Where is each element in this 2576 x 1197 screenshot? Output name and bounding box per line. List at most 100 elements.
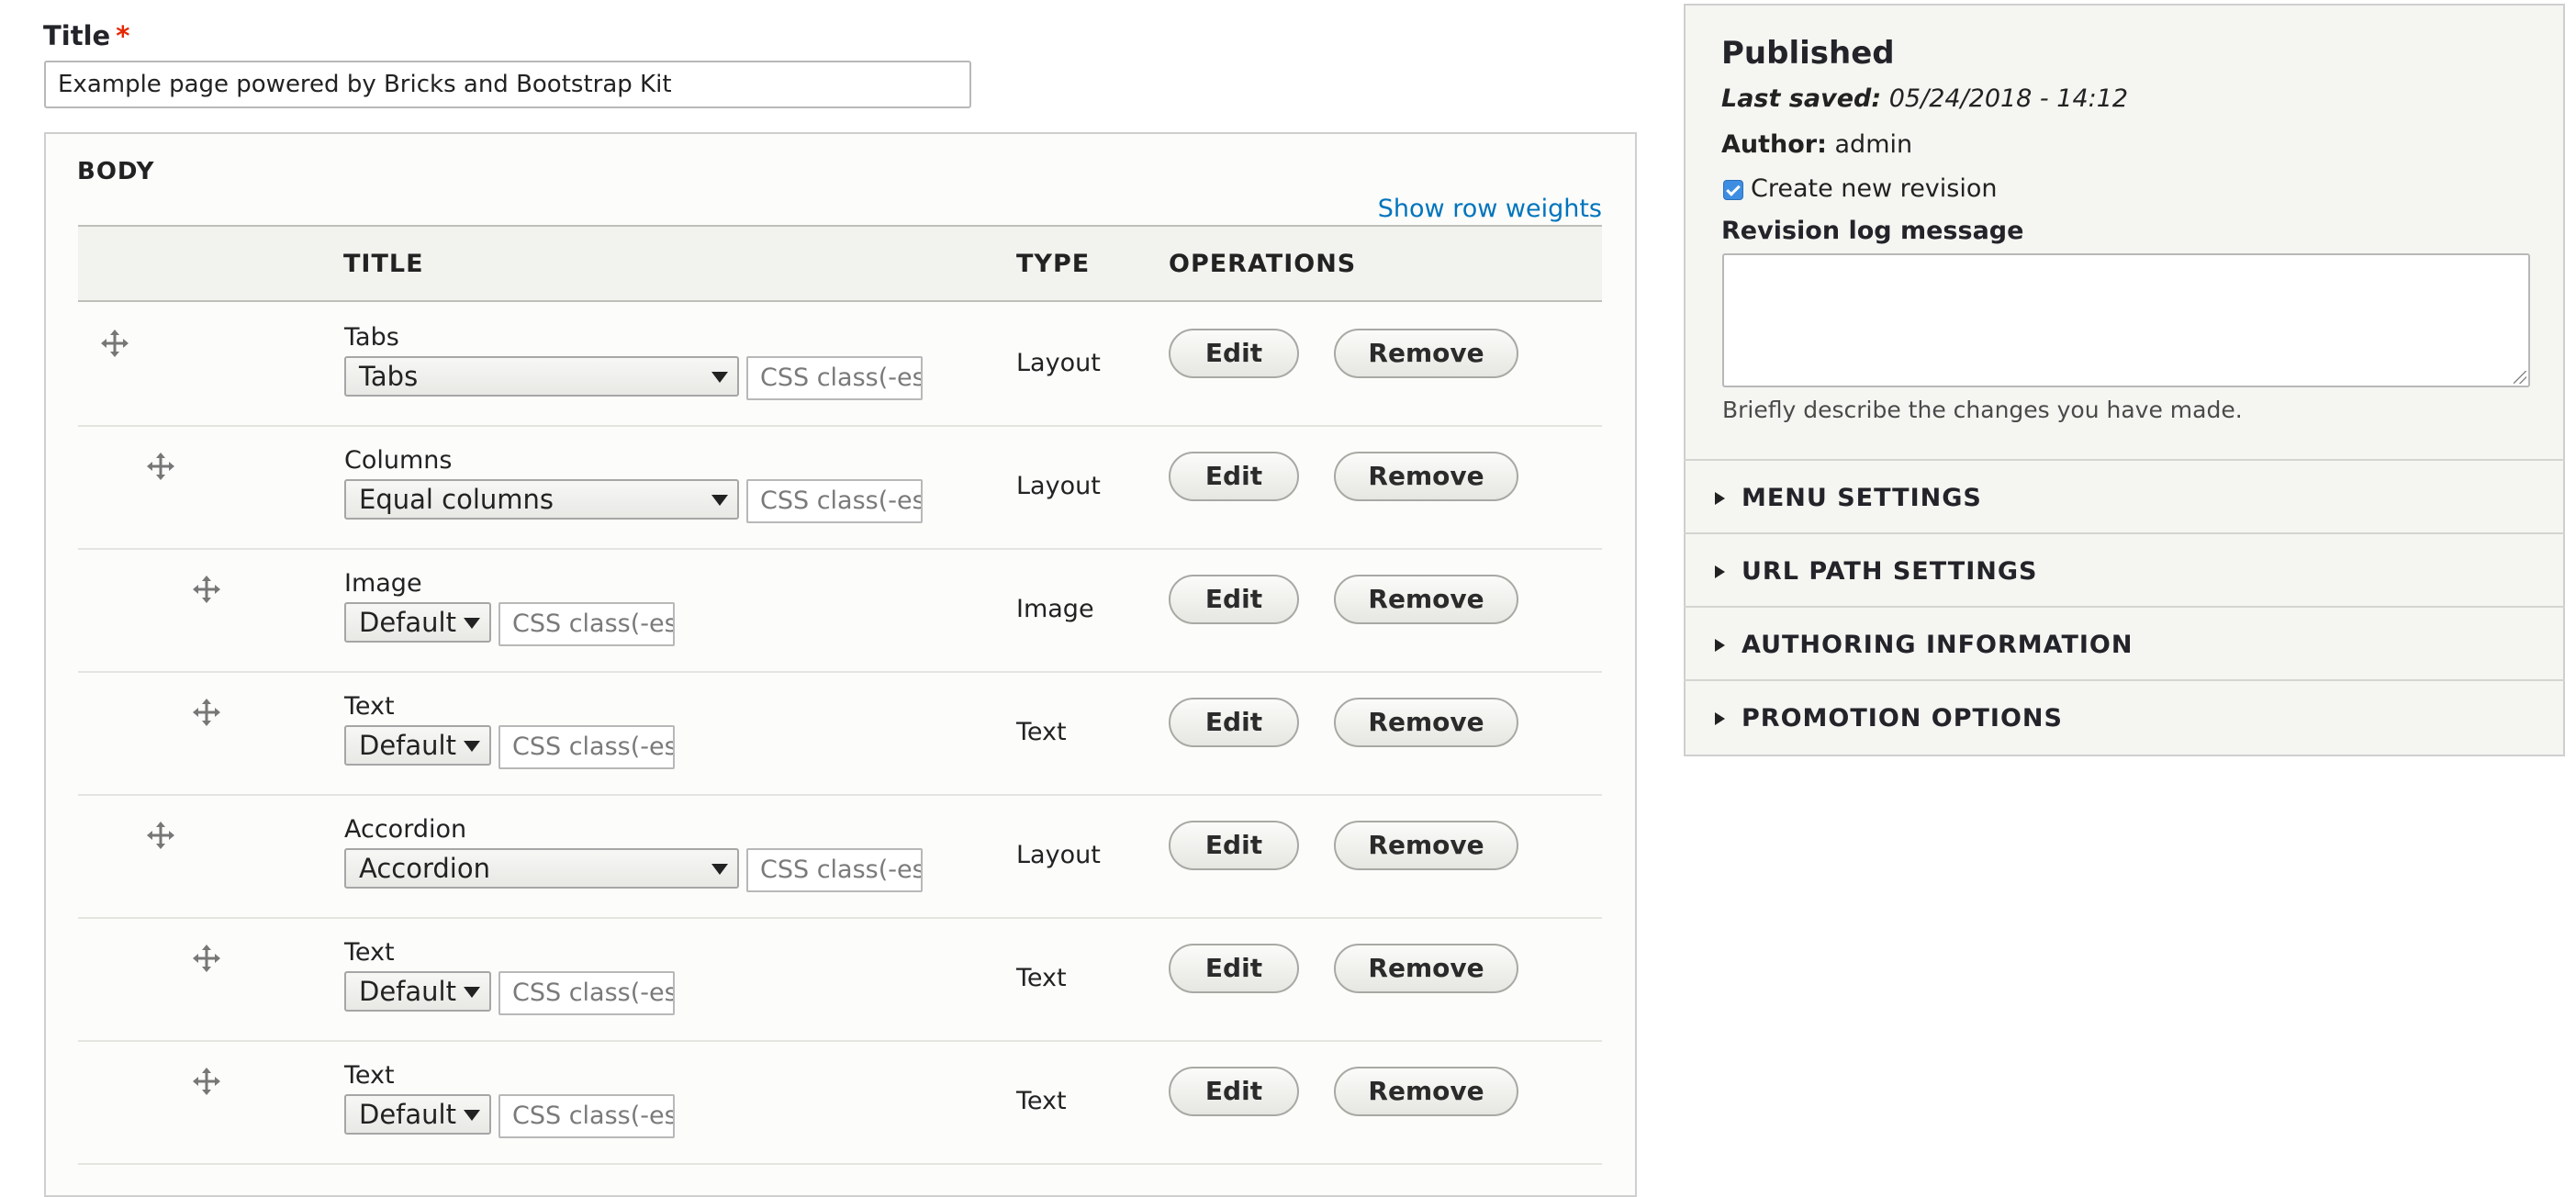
css-class-input[interactable]: CSS class(-es [746, 356, 923, 400]
css-class-input[interactable]: CSS class(-es [498, 971, 675, 1015]
dropdown-arrow-icon [464, 618, 480, 629]
last-saved-value: 05/24/2018 - 14:12 [1888, 84, 2129, 113]
css-class-input[interactable]: CSS class(-es [498, 602, 675, 646]
paragraph-type: Image [1016, 595, 1094, 623]
drag-handle-icon[interactable] [192, 575, 221, 604]
dropdown-arrow-icon [464, 741, 480, 752]
css-class-input[interactable]: CSS class(-es [746, 479, 923, 523]
style-select-value: Default [359, 730, 456, 761]
last-saved-label: Last saved: [1721, 84, 1882, 113]
column-header-operations: OPERATIONS [1169, 250, 1357, 278]
remove-button[interactable]: Remove [1334, 575, 1518, 624]
dropdown-arrow-icon [464, 987, 480, 998]
table-header [78, 225, 1602, 302]
paragraph-type: Text [1016, 718, 1067, 746]
css-class-input[interactable]: CSS class(-es [498, 725, 675, 769]
table-row: Text Default CSS class(-es Text Edit Remove [78, 1041, 1602, 1165]
edit-button[interactable]: Edit [1169, 575, 1299, 624]
column-header-type: TYPE [1016, 250, 1091, 278]
revision-log-textarea[interactable] [1722, 253, 2530, 387]
paragraph-type: Text [1016, 1087, 1067, 1115]
show-row-weights-link[interactable]: Show row weights [1331, 195, 1602, 223]
paragraph-title: Accordion [344, 815, 467, 844]
section-url-path-settings[interactable]: URL PATH SETTINGS [1684, 532, 2565, 606]
section-authoring-information[interactable]: AUTHORING INFORMATION [1684, 606, 2565, 679]
title-label: Title * [43, 20, 130, 51]
remove-button[interactable]: Remove [1334, 452, 1518, 501]
row-divider [78, 1163, 1602, 1165]
style-select[interactable]: Default [344, 1094, 491, 1135]
drag-handle-icon[interactable] [192, 1067, 221, 1096]
table-row: Text Default CSS class(-es Text Edit Remove [78, 672, 1602, 796]
triangle-right-icon [1715, 492, 1725, 505]
style-select[interactable]: Accordion [344, 848, 739, 889]
author-info: Author: admin [1721, 130, 1912, 159]
css-class-input[interactable]: CSS class(-es [498, 1094, 675, 1138]
style-select-value: Tabs [359, 361, 419, 392]
edit-button[interactable]: Edit [1169, 821, 1299, 870]
drag-handle-icon[interactable] [192, 944, 221, 973]
drag-handle-icon[interactable] [100, 329, 129, 358]
edit-button[interactable]: Edit [1169, 452, 1299, 501]
dropdown-arrow-icon [711, 495, 728, 506]
paragraph-title: Text [344, 692, 395, 721]
dropdown-arrow-icon [711, 372, 728, 383]
revision-log-description: Briefly describe the changes you have ma… [1722, 397, 2243, 423]
table-row: Image Default CSS class(-es Image Edit Remove [78, 549, 1602, 673]
style-select[interactable]: Default [344, 971, 491, 1012]
required-mark: * [116, 20, 130, 51]
remove-button[interactable]: Remove [1334, 1067, 1518, 1116]
css-class-input[interactable]: CSS class(-es [746, 848, 923, 892]
style-select-value: Default [359, 976, 456, 1007]
drag-handle-icon[interactable] [146, 452, 175, 481]
section-label: PROMOTION OPTIONS [1742, 704, 2063, 733]
table-row: Tabs Tabs CSS class(-es Layout Edit Remove [78, 303, 1602, 427]
paragraph-title: Tabs [344, 323, 399, 352]
section-label: AUTHORING INFORMATION [1742, 631, 2134, 659]
paragraph-title: Text [344, 1061, 395, 1090]
triangle-right-icon [1715, 712, 1725, 725]
author-label: Author: [1721, 130, 1827, 159]
style-select[interactable]: Default [344, 725, 491, 766]
triangle-right-icon [1715, 565, 1725, 578]
remove-button[interactable]: Remove [1334, 944, 1518, 993]
revision-log-label: Revision log message [1721, 217, 2024, 245]
drag-handle-icon[interactable] [192, 698, 221, 727]
paragraph-type: Layout [1016, 349, 1101, 377]
section-label: MENU SETTINGS [1742, 484, 1982, 512]
remove-button[interactable]: Remove [1334, 698, 1518, 747]
paragraph-title: Text [344, 938, 395, 967]
paragraph-type: Layout [1016, 472, 1101, 500]
publish-status: Published [1721, 35, 1895, 72]
dropdown-arrow-icon [464, 1110, 480, 1121]
section-promotion-options[interactable]: PROMOTION OPTIONS [1684, 679, 2565, 753]
style-select[interactable]: Default [344, 602, 491, 643]
table-row: Text Default CSS class(-es Text Edit Remove [78, 918, 1602, 1042]
style-select-value: Equal columns [359, 484, 554, 515]
table-row: Accordion Accordion CSS class(-es Layout Edi… [78, 795, 1602, 919]
edit-button[interactable]: Edit [1169, 1067, 1299, 1116]
paragraph-type: Text [1016, 964, 1067, 992]
create-revision-label[interactable]: Create new revision [1751, 174, 1997, 203]
style-select-value: Default [359, 1099, 456, 1130]
paragraph-title: Image [344, 569, 422, 598]
remove-button[interactable]: Remove [1334, 329, 1518, 378]
edit-button[interactable]: Edit [1169, 329, 1299, 378]
style-select[interactable]: Equal columns [344, 479, 739, 520]
edit-button[interactable]: Edit [1169, 944, 1299, 993]
title-input[interactable]: Example page powered by Bricks and Boots… [44, 61, 971, 108]
style-select[interactable]: Tabs [344, 356, 739, 397]
drag-handle-icon[interactable] [146, 821, 175, 850]
style-select-value: Default [359, 607, 456, 638]
create-revision-checkbox[interactable] [1723, 180, 1743, 200]
resize-grip-icon[interactable] [2514, 371, 2526, 384]
paragraph-title: Columns [344, 446, 453, 475]
edit-button[interactable]: Edit [1169, 698, 1299, 747]
last-saved: Last saved: 05/24/2018 - 14:12 [1721, 84, 2128, 113]
triangle-right-icon [1715, 639, 1725, 652]
section-label: URL PATH SETTINGS [1742, 557, 2038, 586]
author-value: admin [1834, 130, 1913, 159]
table-row: Columns Equal columns CSS class(-es Layout E… [78, 426, 1602, 550]
section-menu-settings[interactable]: MENU SETTINGS [1684, 459, 2565, 532]
remove-button[interactable]: Remove [1334, 821, 1518, 870]
